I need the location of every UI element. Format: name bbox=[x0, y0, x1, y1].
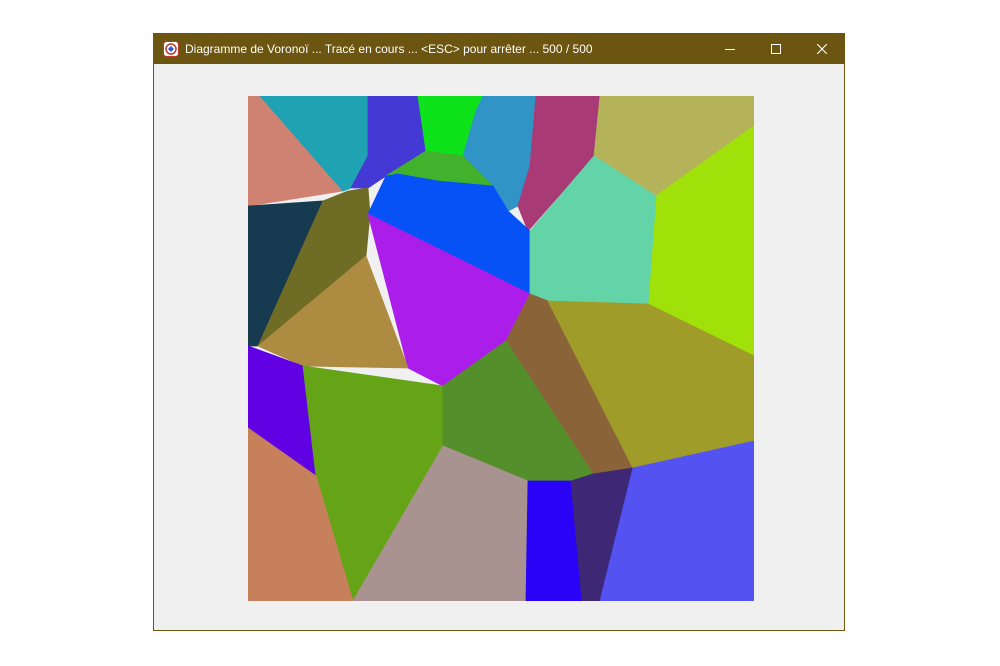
app-window: Diagramme de Voronoï ... Tracé en cours … bbox=[153, 33, 845, 631]
close-icon bbox=[817, 44, 827, 54]
app-icon[interactable] bbox=[163, 41, 179, 57]
minimize-icon bbox=[725, 49, 735, 50]
voronoi-canvas[interactable] bbox=[248, 96, 754, 601]
window-title: Diagramme de Voronoï ... Tracé en cours … bbox=[185, 42, 593, 56]
close-button[interactable] bbox=[799, 34, 845, 64]
maximize-icon bbox=[771, 44, 781, 54]
title-bar[interactable]: Diagramme de Voronoï ... Tracé en cours … bbox=[154, 34, 844, 64]
voronoi-diagram bbox=[248, 96, 754, 601]
maximize-button[interactable] bbox=[753, 34, 799, 64]
minimize-button[interactable] bbox=[707, 34, 753, 64]
client-area bbox=[154, 64, 844, 630]
